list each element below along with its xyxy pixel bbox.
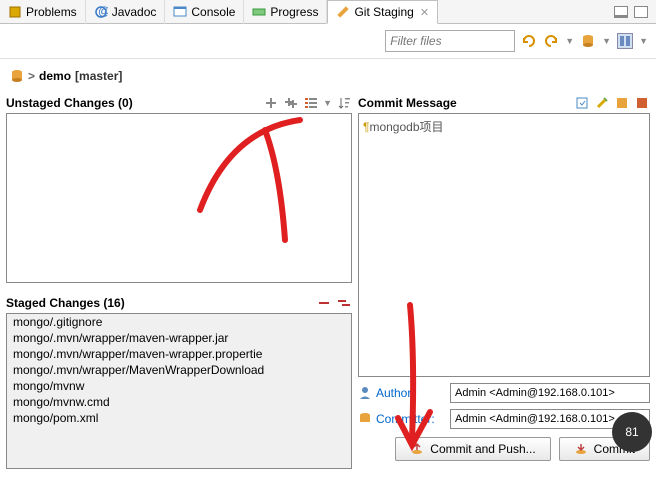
console-icon [173,5,187,19]
staged-header: Staged Changes (16) [6,293,352,313]
signoff-icon[interactable] [594,95,610,111]
refresh-icon[interactable] [521,33,537,49]
staged-title: Staged Changes [6,296,100,310]
list-icon[interactable] [303,95,319,111]
remove-all-icon[interactable] [336,295,352,311]
tab-label: Javadoc [112,5,157,19]
repo-icon [10,69,24,83]
dropdown-arrow-icon[interactable]: ▼ [602,36,611,46]
tab-javadoc[interactable]: @ Javadoc [86,0,166,24]
filter-input[interactable] [385,30,515,52]
close-icon[interactable]: ✕ [420,6,429,19]
tab-label: Console [191,5,235,19]
changeid-icon[interactable] [614,95,630,111]
amend-icon[interactable] [574,95,590,111]
commit-push-icon [410,442,424,456]
gerrit-icon[interactable] [634,95,650,111]
tab-console[interactable]: Console [165,0,244,24]
add-icon[interactable] [263,95,279,111]
repo-branch: [master] [75,69,122,83]
dropdown-arrow-icon[interactable]: ▼ [323,98,332,108]
add-all-icon[interactable] [283,95,299,111]
commit-message-text: mongodb项目 [369,120,443,134]
author-row: Author: [358,383,650,403]
db-person-icon [358,412,372,426]
repo-name: demo [39,69,71,83]
unstaged-title: Unstaged Changes [6,96,115,110]
progress-icon [252,5,266,19]
commit-and-push-button[interactable]: Commit and Push... [395,437,550,461]
dropdown-arrow-icon[interactable]: ▼ [639,36,648,46]
svg-text:@: @ [98,5,108,18]
maximize-icon[interactable] [634,6,648,18]
breadcrumb-arrow: > [28,69,35,83]
badge-81: 81 [612,412,652,452]
tab-git-staging[interactable]: Git Staging ✕ [327,0,438,24]
git-icon [336,5,350,19]
unstaged-count: (0) [118,96,133,110]
tab-label: Progress [270,5,318,19]
problems-icon [8,5,22,19]
commit-msg-title: Commit Message [358,96,457,110]
unstaged-header: Unstaged Changes (0) ▼ [6,93,352,113]
tab-label: Git Staging [354,5,413,19]
javadoc-icon: @ [94,5,108,19]
staged-count: (16) [103,296,124,310]
list-item[interactable]: mongo/.mvn/wrapper/maven-wrapper.propert… [7,346,351,362]
staged-list[interactable]: mongo/.gitignore mongo/.mvn/wrapper/mave… [6,313,352,469]
list-item[interactable]: mongo/pom.xml [7,410,351,426]
committer-row: Committer: [358,409,650,429]
list-item[interactable]: mongo/.gitignore [7,314,351,330]
dropdown-arrow-icon[interactable]: ▼ [565,36,574,46]
commit-message-input[interactable]: ¶mongodb项目 [358,113,650,377]
list-item[interactable]: mongo/.mvn/wrapper/maven-wrapper.jar [7,330,351,346]
repo-header: > demo [master] [0,59,656,93]
toolbar: ▼ ▼ ▼ [0,24,656,59]
list-item[interactable]: mongo/mvnw [7,378,351,394]
unstaged-list[interactable] [6,113,352,283]
author-input[interactable] [450,383,650,403]
committer-label: Committer: [376,412,446,426]
tab-progress[interactable]: Progress [244,0,327,24]
remove-icon[interactable] [316,295,332,311]
commit-icon [574,442,588,456]
tab-label: Problems [26,5,77,19]
person-icon [358,386,372,400]
author-label: Author: [376,386,446,400]
undo-icon[interactable] [543,33,559,49]
tab-problems[interactable]: Problems [0,0,86,24]
view-tabs-bar: Problems @ Javadoc Console Progress Git … [0,0,656,24]
list-item[interactable]: mongo/.mvn/wrapper/MavenWrapperDownload [7,362,351,378]
commit-msg-header: Commit Message [358,93,650,113]
minimize-icon[interactable] [614,6,628,18]
list-item[interactable]: mongo/mvnw.cmd [7,394,351,410]
layout-icon[interactable] [617,33,633,49]
sort-icon[interactable] [336,95,352,111]
button-label: Commit and Push... [430,442,535,456]
db-icon[interactable] [580,33,596,49]
